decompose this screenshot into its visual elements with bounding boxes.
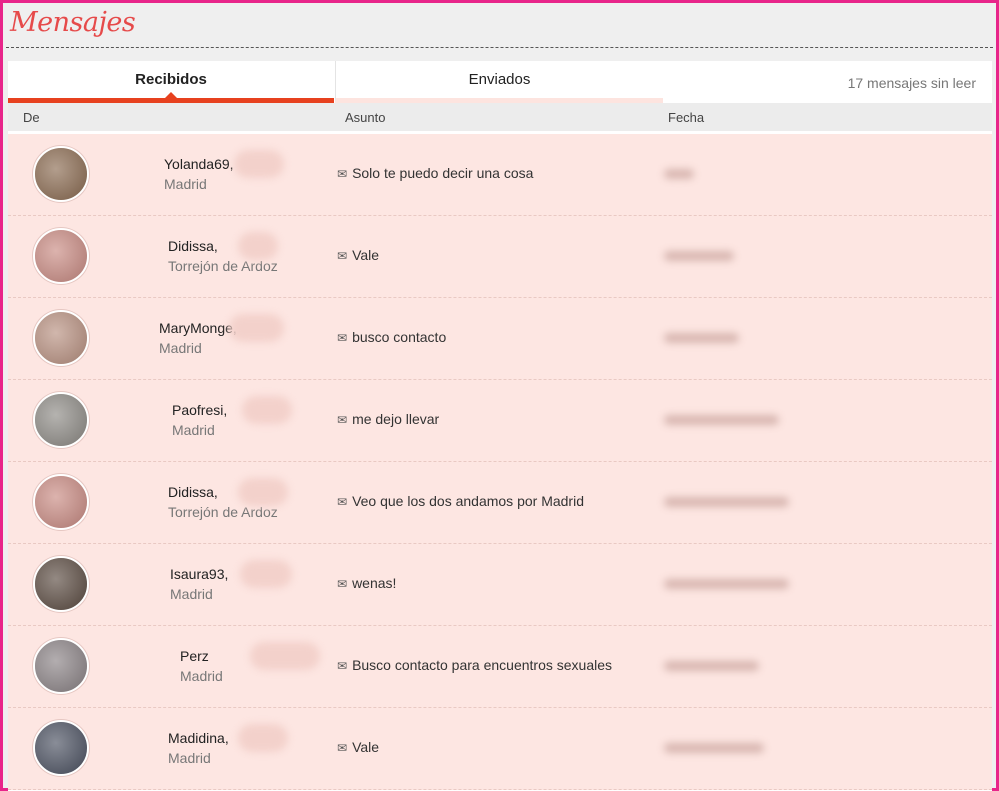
redacted-text [229, 314, 284, 342]
sender-city: Madrid [168, 750, 211, 766]
sender-name[interactable]: Perz [180, 646, 223, 666]
sender-info: Yolanda69, Madrid [164, 154, 234, 194]
subject-text: me dejo llevar [352, 411, 440, 427]
column-subject: Asunto [345, 110, 386, 125]
message-row[interactable]: Didissa, Torrejón de Ardoz ✉ Vale [8, 216, 992, 298]
envelope-icon: ✉ [337, 577, 348, 591]
message-subject[interactable]: ✉ Solo te puedo decir una cosa [337, 165, 533, 181]
message-row[interactable]: Yolanda69, Madrid ✉ Solo te puedo decir una… [8, 134, 992, 216]
avatar[interactable] [33, 556, 89, 612]
sender-city: Madrid [170, 586, 213, 602]
redacted-text [238, 724, 288, 752]
redacted-date [664, 743, 764, 753]
redacted-date [664, 661, 759, 671]
redacted-date [664, 333, 739, 343]
sender-info: Isaura93, Madrid [170, 564, 228, 604]
redacted-date [664, 251, 734, 261]
avatar[interactable] [33, 392, 89, 448]
sender-info: MaryMonge, Madrid [159, 318, 237, 358]
sender-city: Madrid [159, 340, 202, 356]
column-from: De [23, 110, 40, 125]
redacted-text [242, 396, 292, 424]
envelope-icon: ✉ [337, 413, 348, 427]
subject-text: wenas! [352, 575, 397, 591]
sender-info: Madidina, Madrid [168, 728, 229, 768]
message-subject[interactable]: ✉ Vale [337, 739, 379, 755]
message-row[interactable]: Madidina, Madrid ✉ Vale [8, 708, 992, 790]
column-header: De Asunto Fecha [8, 103, 992, 134]
subject-text: Busco contacto para encuentros sexuales [352, 657, 612, 673]
unread-count: 17 mensajes sin leer [847, 75, 976, 91]
messages-panel: Recibidos Enviados 17 mensajes sin leer … [8, 61, 992, 791]
subject-text: Vale [352, 247, 380, 263]
redacted-date [664, 415, 779, 425]
message-subject[interactable]: ✉ busco contacto [337, 329, 446, 345]
tab-enviados[interactable]: Enviados [335, 61, 663, 103]
sender-name[interactable]: Paofresi, [172, 400, 227, 420]
envelope-icon: ✉ [337, 659, 348, 673]
envelope-icon: ✉ [337, 331, 348, 345]
avatar[interactable] [33, 228, 89, 284]
tab-bar: Recibidos Enviados 17 mensajes sin leer [8, 61, 992, 103]
page-header: Mensajes [6, 3, 993, 48]
redacted-text [234, 150, 284, 178]
subject-text: Solo te puedo decir una cosa [352, 165, 534, 181]
message-subject[interactable]: ✉ Busco contacto para encuentros sexuales [337, 657, 612, 673]
redacted-date [664, 497, 789, 507]
sender-name[interactable]: Yolanda69, [164, 154, 234, 174]
envelope-icon: ✉ [337, 167, 348, 181]
subject-text: Vale [352, 739, 380, 755]
envelope-icon: ✉ [337, 495, 348, 509]
message-subject[interactable]: ✉ me dejo llevar [337, 411, 439, 427]
redacted-text [238, 232, 278, 260]
redacted-date [664, 579, 789, 589]
sender-name[interactable]: Madidina, [168, 728, 229, 748]
subject-text: Veo que los dos andamos por Madrid [352, 493, 584, 509]
sender-city: Madrid [164, 176, 207, 192]
avatar[interactable] [33, 310, 89, 366]
message-subject[interactable]: ✉ wenas! [337, 575, 396, 591]
column-date: Fecha [668, 110, 705, 125]
avatar[interactable] [33, 638, 89, 694]
sender-name[interactable]: Isaura93, [170, 564, 228, 584]
redacted-text [238, 478, 288, 506]
message-subject[interactable]: ✉ Vale [337, 247, 379, 263]
envelope-icon: ✉ [337, 741, 348, 755]
message-row[interactable]: Perz Madrid ✉ Busco contacto para encuentro… [8, 626, 992, 708]
page-title: Mensajes [10, 7, 136, 38]
sender-city: Madrid [180, 668, 223, 684]
redacted-text [240, 560, 292, 588]
sender-info: Paofresi, Madrid [172, 400, 227, 440]
message-row[interactable]: Paofresi, Madrid ✉ me dejo llevar [8, 380, 992, 462]
sender-name[interactable]: MaryMonge, [159, 318, 237, 338]
avatar[interactable] [33, 474, 89, 530]
tab-recibidos[interactable]: Recibidos [8, 61, 334, 103]
redacted-date [664, 169, 694, 179]
avatar[interactable] [33, 146, 89, 202]
redacted-text [250, 642, 320, 670]
message-row[interactable]: Isaura93, Madrid ✉ wenas! [8, 544, 992, 626]
envelope-icon: ✉ [337, 249, 348, 263]
message-row[interactable]: MaryMonge, Madrid ✉ busco contacto [8, 298, 992, 380]
sender-info: Perz Madrid [180, 646, 223, 686]
avatar[interactable] [33, 720, 89, 776]
message-row[interactable]: Didissa, Torrejón de Ardoz ✉ Veo que los do… [8, 462, 992, 544]
message-subject[interactable]: ✉ Veo que los dos andamos por Madrid [337, 493, 584, 509]
subject-text: busco contacto [352, 329, 447, 345]
message-list: Yolanda69, Madrid ✉ Solo te puedo decir una… [8, 134, 992, 790]
sender-city: Madrid [172, 422, 215, 438]
